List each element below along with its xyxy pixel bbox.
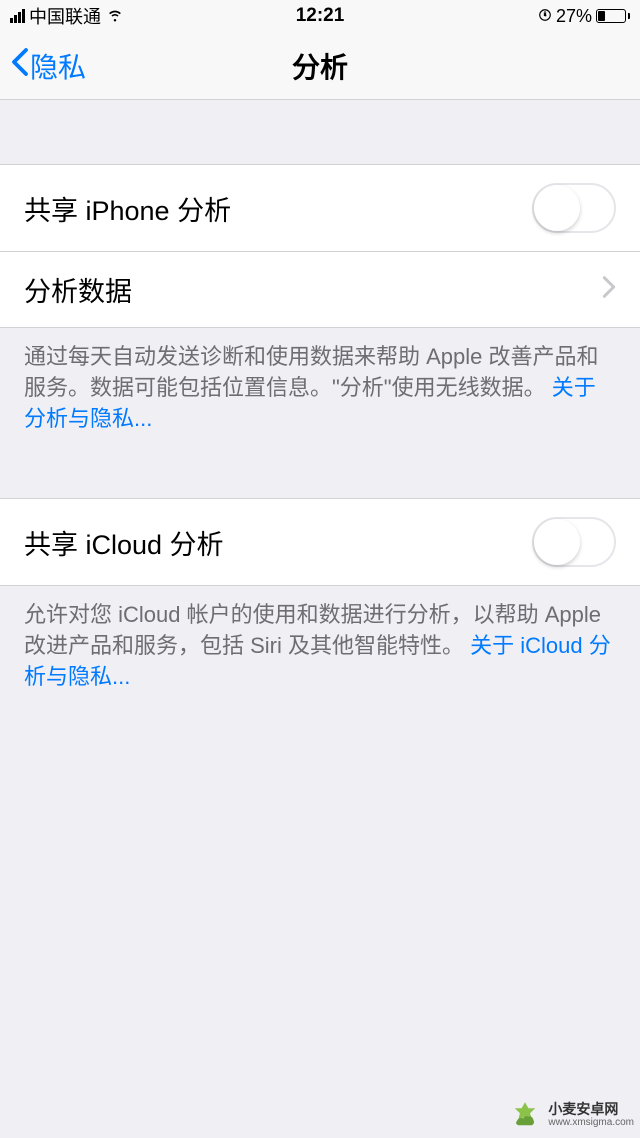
- watermark: 小麦安卓网 www.xmsigma.com: [508, 1098, 634, 1132]
- back-label: 隐私: [30, 46, 86, 86]
- status-time: 12:21: [296, 5, 345, 27]
- footer-desc: 通过每天自动发送诊断和使用数据来帮助 Apple 改善产品和服务。数据可能包括位…: [24, 344, 599, 400]
- battery-icon: [596, 9, 630, 23]
- chevron-left-icon: [10, 47, 30, 84]
- group1-footer: 通过每天自动发送诊断和使用数据来帮助 Apple 改善产品和服务。数据可能包括位…: [0, 328, 640, 448]
- navigation-bar: 隐私 分析: [0, 32, 640, 100]
- watermark-logo-icon: [508, 1098, 542, 1132]
- share-icloud-analytics-row[interactable]: 共享 iCloud 分析: [0, 499, 640, 585]
- carrier-label: 中国联通: [29, 3, 101, 29]
- analytics-data-row[interactable]: 分析数据: [0, 251, 640, 327]
- watermark-name: 小麦安卓网: [548, 1102, 634, 1117]
- chevron-right-icon: [602, 275, 616, 304]
- status-left: 中国联通: [10, 3, 125, 29]
- status-bar: 中国联通 12:21 27%: [0, 0, 640, 32]
- row-label: 共享 iCloud 分析: [24, 523, 224, 562]
- row-label: 共享 iPhone 分析: [24, 189, 231, 228]
- row-label: 分析数据: [24, 270, 132, 309]
- settings-group-analytics: 共享 iPhone 分析 分析数据: [0, 164, 640, 328]
- signal-icon: [10, 9, 25, 23]
- back-button[interactable]: 隐私: [10, 46, 86, 86]
- settings-group-icloud: 共享 iCloud 分析: [0, 498, 640, 586]
- share-iphone-analytics-toggle[interactable]: [532, 183, 616, 233]
- status-right: 27%: [538, 6, 630, 27]
- watermark-url: www.xmsigma.com: [548, 1117, 634, 1128]
- share-iphone-analytics-row[interactable]: 共享 iPhone 分析: [0, 165, 640, 251]
- group2-footer: 允许对您 iCloud 帐户的使用和数据进行分析，以帮助 Apple 改进产品和…: [0, 586, 640, 706]
- rotation-lock-icon: [538, 6, 552, 27]
- battery-percent: 27%: [556, 6, 592, 27]
- share-icloud-analytics-toggle[interactable]: [532, 517, 616, 567]
- wifi-icon: [105, 4, 125, 29]
- page-title: 分析: [292, 46, 348, 86]
